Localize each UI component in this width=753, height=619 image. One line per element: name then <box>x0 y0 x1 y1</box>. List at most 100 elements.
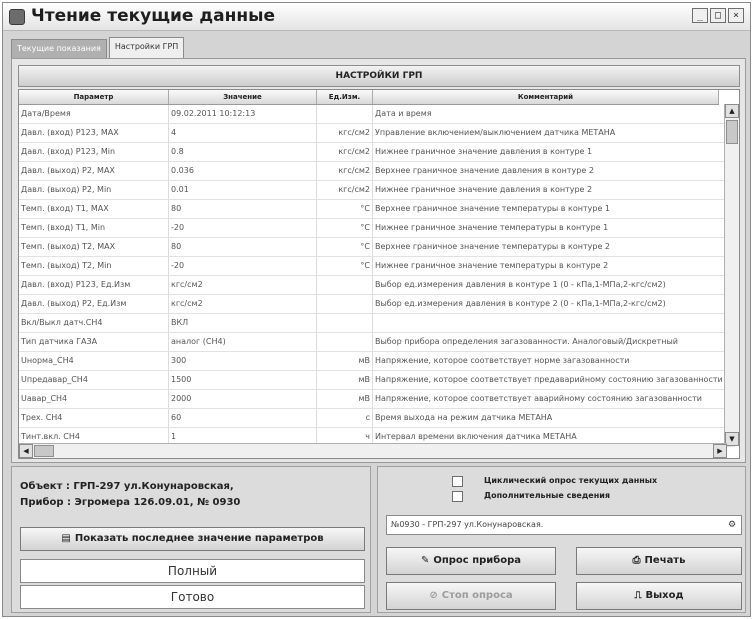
table-row[interactable]: Темп. (выход) Т2, Min -20 °C Нижнее граничн… <box>19 257 735 276</box>
comment-cell: Нижнее граничное значение температуры в … <box>375 261 609 270</box>
column-header-comment[interactable]: Комментарий <box>373 90 719 104</box>
table-row[interactable]: Дата/Время 09.02.2011 10:12:13 Дата и врем… <box>19 105 735 124</box>
scroll-left-icon[interactable]: ◀ <box>19 444 33 458</box>
comment-cell: Время выхода на режим датчика МЕТАНА <box>375 413 553 422</box>
table-row[interactable]: Темп. (вход) Т1, Min -20 °C Нижнее гранично… <box>19 219 735 238</box>
main-window: Чтение текущие данные _ □ × Текущие пока… <box>2 2 751 617</box>
unit-cell: кгс/см2 <box>317 143 373 161</box>
table-row[interactable]: Вкл/Выкл датч.СН4 ВКЛ <box>19 314 735 333</box>
value-cell: 1500 <box>169 371 317 389</box>
unit-cell: с <box>317 409 373 427</box>
value-cell: 0.01 <box>169 181 317 199</box>
table-row[interactable]: Uнорма_СН4 300 мВ Напряжение, которое соотв… <box>19 352 735 371</box>
grid-header: Параметр Значение Ед.Изм. Комментарий <box>19 90 719 105</box>
value-cell: 4 <box>169 124 317 142</box>
unit-cell: °C <box>317 219 373 237</box>
comment-cell: Напряжение, которое соответствует норме … <box>375 356 630 365</box>
tab-current-readings[interactable]: Текущие показания <box>11 39 107 58</box>
value-cell: 80 <box>169 200 317 218</box>
horizontal-scrollbar[interactable]: ◀ ▶ <box>19 443 727 458</box>
table-row[interactable]: Давл. (вход) Р123, Min 0.8 кгс/см2 Нижнее г… <box>19 143 735 162</box>
stop-icon: ⊘ <box>429 590 438 601</box>
value-cell: 0.036 <box>169 162 317 180</box>
table-row[interactable]: Темп. (вход) Т1, MAX 80 °C Верхнее гранично… <box>19 200 735 219</box>
extra-info-label: Дополнительные сведения <box>484 491 610 500</box>
gear-icon[interactable]: ⚙ <box>725 518 739 532</box>
print-button[interactable]: ⎙ Печать <box>576 547 742 575</box>
comment-cell: Выбор ед.измерения давления в контуре 1 … <box>375 280 666 289</box>
cyclic-poll-label: Циклический опрос текущих данных <box>484 476 658 485</box>
parameter-cell: Давл. (вход) Р123, MAX <box>19 124 169 142</box>
comment-cell: Выбор ед.измерения давления в контуре 2 … <box>375 299 666 308</box>
table-row[interactable]: Трех. СН4 60 с Время выхода на режим датчик… <box>19 409 735 428</box>
vertical-scrollbar[interactable]: ▲ ▼ <box>724 104 739 446</box>
comment-cell <box>373 314 735 332</box>
settings-grid[interactable]: Параметр Значение Ед.Изм. Комментарий Да… <box>18 89 740 459</box>
vertical-scroll-thumb[interactable] <box>726 120 738 144</box>
unit-cell <box>317 314 373 332</box>
value-cell: 0.8 <box>169 143 317 161</box>
exit-button[interactable]: ⎍ Выход <box>576 582 742 610</box>
table-row[interactable]: Давл. (выход) Р2, MAX 0.036 кгс/см2 Верхнее… <box>19 162 735 181</box>
scroll-down-icon[interactable]: ▼ <box>725 432 739 446</box>
table-row[interactable]: Давл. (выход) Р2, Ед.Изм кгс/см2 Выбор ед.… <box>19 295 735 314</box>
window-title: Чтение текущие данные <box>31 6 275 26</box>
parameter-cell: Давл. (выход) Р2, Min <box>19 181 169 199</box>
table-row[interactable]: Uавар_СН4 2000 мВ Напряжение, которое соотв… <box>19 390 735 409</box>
table-icon: ▤ <box>61 533 71 544</box>
extra-info-checkbox[interactable] <box>452 491 463 502</box>
column-header-unit[interactable]: Ед.Изм. <box>317 90 373 104</box>
parameter-cell: Uнорма_СН4 <box>19 352 169 370</box>
unit-cell: мВ <box>317 352 373 370</box>
maximize-button[interactable]: □ <box>710 8 726 23</box>
unit-cell <box>317 276 373 294</box>
unit-cell <box>317 333 373 351</box>
parameter-cell: Тип датчика ГАЗА <box>19 333 169 351</box>
pen-icon: ✎ <box>420 555 430 566</box>
unit-cell: кгс/см2 <box>317 124 373 142</box>
stop-poll-label: Стоп опроса <box>441 590 513 601</box>
value-cell: 60 <box>169 409 317 427</box>
comment-cell: Управление включением/выключением датчик… <box>375 128 616 137</box>
value-cell: -20 <box>169 257 317 275</box>
show-last-values-label: Показать последнее значение параметров <box>74 533 324 544</box>
controls-panel: Циклический опрос текущих данных Дополни… <box>377 466 746 613</box>
cyclic-poll-checkbox[interactable] <box>452 476 463 487</box>
object-label: Объект : ГРП-297 ул.Конунаровская, <box>20 481 234 492</box>
scroll-up-icon[interactable]: ▲ <box>725 104 739 118</box>
unit-cell: °C <box>317 200 373 218</box>
table-row[interactable]: Давл. (выход) Р2, Min 0.01 кгс/см2 Нижнее г… <box>19 181 735 200</box>
door-icon: ⎍ <box>634 590 642 601</box>
table-row[interactable]: Тип датчика ГАЗА аналог (СН4) Выбор прибор… <box>19 333 735 352</box>
show-last-values-button[interactable]: ▤ Показать последнее значение параметров <box>20 527 365 551</box>
device-select[interactable]: №0930 - ГРП-297 ул.Конунаровская. ⚙ <box>386 515 742 535</box>
poll-device-label: Опрос прибора <box>433 555 522 566</box>
table-row[interactable]: Давл. (вход) Р123, Ед.Изм кгс/см2 Выбор ед… <box>19 276 735 295</box>
tab-grp-settings[interactable]: Настройки ГРП <box>108 37 185 58</box>
scroll-right-icon[interactable]: ▶ <box>713 444 727 458</box>
unit-cell: °C <box>317 257 373 275</box>
stop-poll-button[interactable]: ⊘ Стоп опроса <box>386 582 556 610</box>
comment-cell: Верхнее граничное значение давления в ко… <box>375 166 594 175</box>
table-row[interactable]: Темп. (выход) Т2, MAX 80 °C Верхнее граничн… <box>19 238 735 257</box>
column-header-value[interactable]: Значение <box>169 90 317 104</box>
unit-cell: кгс/см2 <box>317 181 373 199</box>
horizontal-scroll-thumb[interactable] <box>34 445 54 457</box>
poll-device-button[interactable]: ✎ Опрос прибора <box>386 547 556 575</box>
device-label: Прибор : Эгромера 126.09.01, № 0930 <box>20 497 241 508</box>
parameter-cell: Давл. (выход) Р2, MAX <box>19 162 169 180</box>
parameter-cell: Дата/Время <box>19 105 169 123</box>
value-cell: 80 <box>169 238 317 256</box>
table-row[interactable]: Uпредавар_СН4 1500 мВ Напряжение, которое с… <box>19 371 735 390</box>
value-cell: кгс/см2 <box>169 295 317 313</box>
title-bar[interactable]: Чтение текущие данные _ □ × <box>3 3 750 31</box>
value-cell: ВКЛ <box>169 314 317 332</box>
parameter-cell: Темп. (выход) Т2, MAX <box>19 238 169 256</box>
parameter-cell: Вкл/Выкл датч.СН4 <box>19 314 169 332</box>
column-header-parameter[interactable]: Параметр <box>19 90 169 104</box>
parameter-cell: Давл. (вход) Р123, Min <box>19 143 169 161</box>
close-button[interactable]: × <box>728 8 744 23</box>
minimize-button[interactable]: _ <box>692 8 708 23</box>
table-row[interactable]: Давл. (вход) Р123, MAX 4 кгс/см2 Управление… <box>19 124 735 143</box>
status-line-2: Готово <box>20 585 365 609</box>
